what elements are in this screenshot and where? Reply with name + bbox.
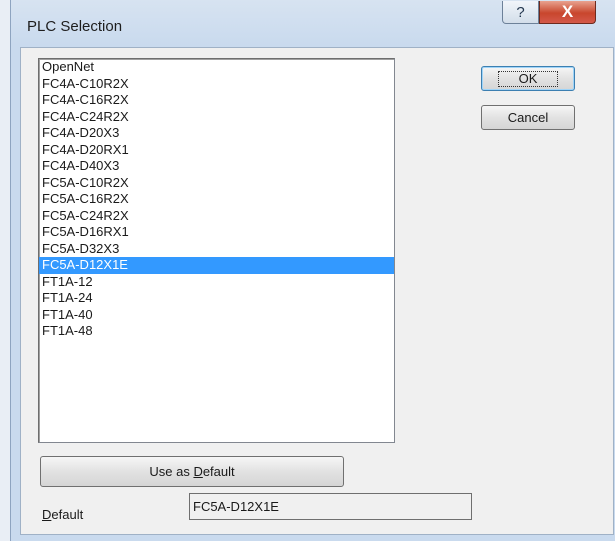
close-icon: X [561,2,574,21]
list-item[interactable]: FC5A-C16R2X [39,191,394,208]
dialog-title: PLC Selection [27,18,123,35]
list-item[interactable]: FC5A-C10R2X [39,175,394,192]
list-item[interactable]: FT1A-48 [39,323,394,340]
ok-button-label: OK [497,70,559,87]
use-as-default-label-suffix: efault [202,464,235,479]
list-item[interactable]: FT1A-24 [39,290,394,307]
list-item[interactable]: OpenNet [39,59,394,76]
background-window-edge [0,0,10,541]
default-value-field: FC5A-D12X1E [189,493,472,520]
default-label-suffix: efault [51,507,84,522]
list-item[interactable]: FT1A-12 [39,274,394,291]
list-item[interactable]: FC4A-D20X3 [39,125,394,142]
close-button[interactable]: X [539,1,596,24]
use-as-default-label: Use as Default [149,464,234,479]
list-item[interactable]: FT1A-40 [39,307,394,324]
list-item[interactable]: FC4A-D20RX1 [39,142,394,159]
list-item[interactable]: FC4A-C16R2X [39,92,394,109]
use-as-default-button[interactable]: Use as Default [40,456,344,487]
default-label: Default [42,507,83,522]
help-button[interactable]: ? [502,1,539,24]
plc-selection-dialog: PLC Selection ? X OpenNet FC4A-C10R2X FC4A… [10,0,615,541]
use-as-default-label-prefix: Use as [149,464,194,479]
list-item[interactable]: FC4A-C10R2X [39,76,394,93]
use-as-default-label-mnemonic: D [193,464,203,479]
help-icon: ? [516,3,525,21]
dialog-body: OpenNet FC4A-C10R2X FC4A-C16R2X FC4A-C24R2X… [20,47,614,535]
list-item[interactable]: FC5A-D16RX1 [39,224,394,241]
list-item[interactable]: FC5A-C24R2X [39,208,394,225]
cancel-button-label: Cancel [507,110,549,125]
list-item[interactable]: FC4A-C24R2X [39,109,394,126]
plc-listbox[interactable]: OpenNet FC4A-C10R2X FC4A-C16R2X FC4A-C24R2X… [38,58,395,443]
list-item[interactable]: FC4A-D40X3 [39,158,394,175]
cancel-button[interactable]: Cancel [481,105,575,130]
list-item[interactable]: FC5A-D32X3 [39,241,394,258]
default-label-mnemonic: D [42,507,52,522]
list-item[interactable]: FC5A-D12X1E [39,257,394,274]
ok-button[interactable]: OK [481,66,575,91]
